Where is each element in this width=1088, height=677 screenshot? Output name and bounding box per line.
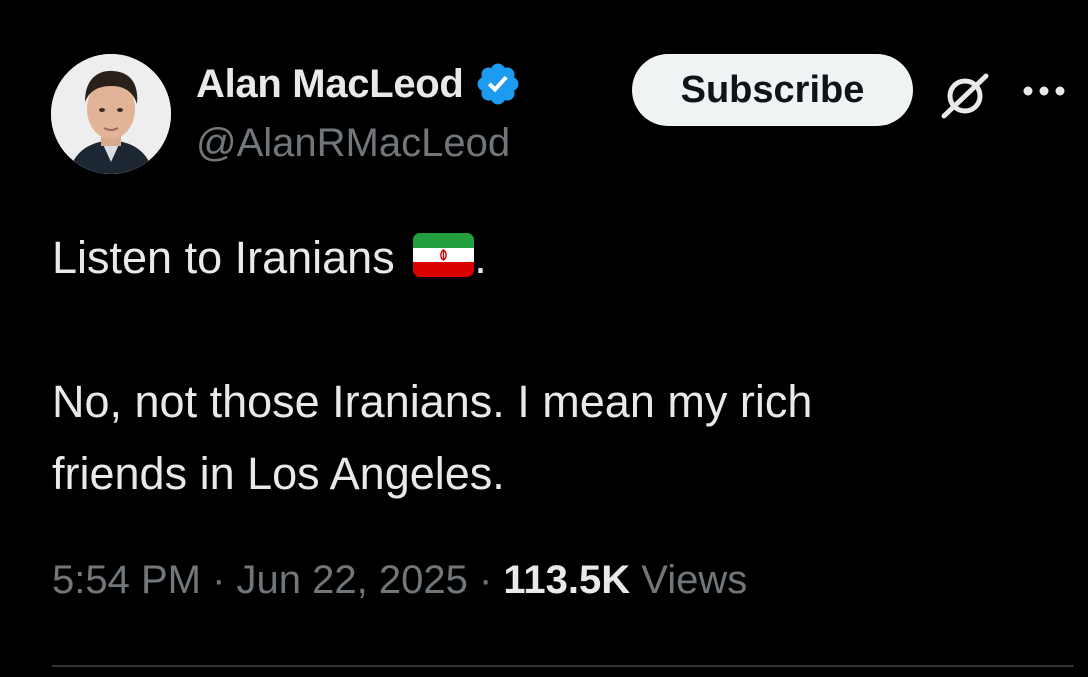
- author-handle[interactable]: @AlanRMacLeod: [196, 121, 510, 166]
- author-display-name[interactable]: Alan MacLeod: [196, 62, 464, 107]
- tweet-text: Listen to Iranians . No, not those Irani…: [52, 222, 1042, 510]
- iran-flag-emoji-icon: [413, 233, 475, 277]
- grok-icon[interactable]: [938, 68, 992, 122]
- tweet-line-1: Listen to Iranians .: [52, 222, 1042, 294]
- meta-separator-2: ·: [467, 558, 504, 602]
- tweet-line-2: No, not those Iranians. I mean my rich: [52, 376, 813, 427]
- author-name-row: Alan MacLeod: [196, 60, 522, 108]
- views-count: 113.5K: [503, 558, 631, 602]
- author-avatar[interactable]: [51, 54, 171, 174]
- tweet-metadata: 5:54 PM · Jun 22, 2025 · 113.5K Views: [52, 558, 747, 603]
- tweet-line-3: friends in Los Angeles.: [52, 448, 505, 499]
- meta-separator-1: ·: [200, 558, 237, 602]
- more-options-icon[interactable]: [1020, 80, 1068, 102]
- divider: [52, 665, 1074, 667]
- avatar-portrait-image: [51, 54, 171, 174]
- views-label: Views: [641, 558, 748, 602]
- tweet-line-1-text: Listen to Iranians: [52, 232, 395, 283]
- subscribe-button[interactable]: Subscribe: [632, 54, 913, 126]
- tweet-line-1-suffix: .: [474, 232, 487, 283]
- verified-badge-icon[interactable]: [474, 60, 522, 108]
- tweet-date[interactable]: Jun 22, 2025: [237, 558, 468, 602]
- tweet-time[interactable]: 5:54 PM: [52, 558, 201, 602]
